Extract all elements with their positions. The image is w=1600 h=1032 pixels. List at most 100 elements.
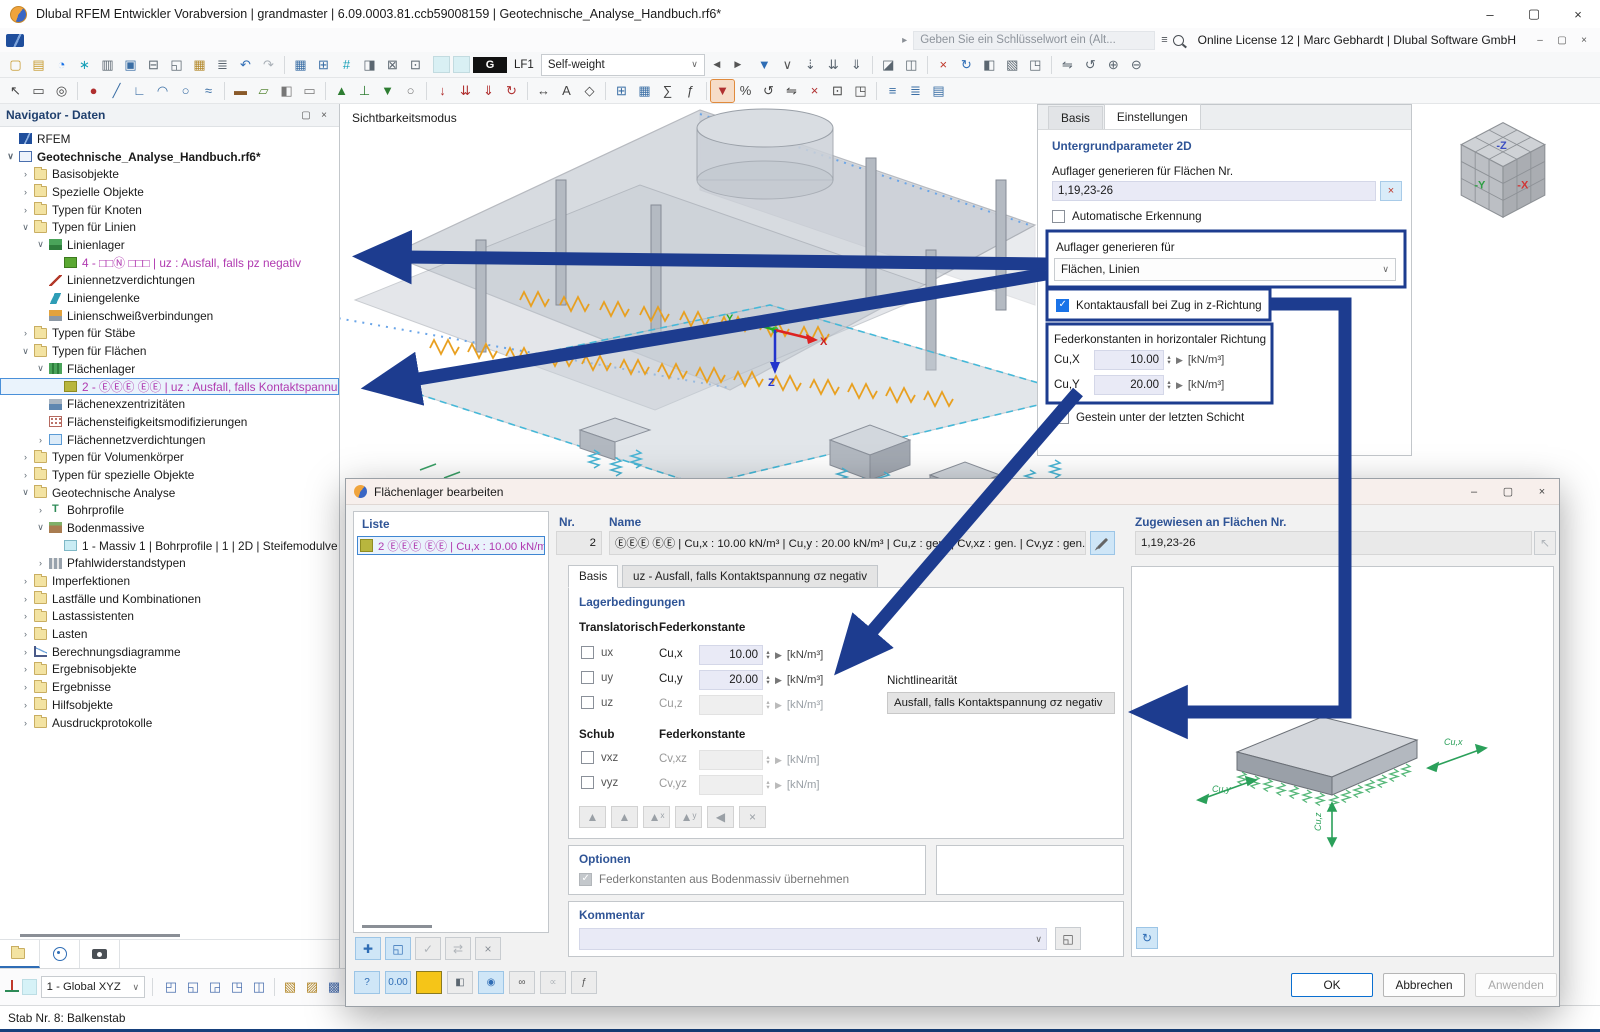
open-model-icon[interactable]: ▤ xyxy=(27,54,50,76)
navigator-tab-data[interactable] xyxy=(0,940,40,968)
pin-panel-icon[interactable]: ▢ xyxy=(297,110,315,121)
surface-tool-icon[interactable]: ▱ xyxy=(252,80,275,102)
stack-display-icon[interactable]: ≡ xyxy=(881,80,904,102)
view-cube-icon[interactable]: ◳ xyxy=(849,80,872,102)
close-button[interactable]: × xyxy=(1556,0,1600,28)
view-icon[interactable]: ◉ xyxy=(478,971,504,994)
function-icon[interactable]: ƒ xyxy=(571,971,597,994)
tree-item-lastfaelle[interactable]: › Lastfälle und Kombinationen xyxy=(0,590,339,608)
load-combo-swatch-icon[interactable] xyxy=(453,56,470,73)
zoom-in-icon[interactable]: ⊕ xyxy=(1102,54,1125,76)
workspace-restore-button[interactable]: ▢ xyxy=(1552,31,1572,49)
tree-item-typen-staebe[interactable]: › Typen für Stäbe xyxy=(0,325,339,343)
tree-expander-icon[interactable]: › xyxy=(19,594,32,604)
vyz-checkbox[interactable] xyxy=(581,776,594,789)
tree-expander-icon[interactable]: › xyxy=(19,187,32,197)
edit-table-icon[interactable]: ◪ xyxy=(877,54,900,76)
blocks-icon[interactable]: ◧ xyxy=(978,54,1001,76)
rotate-icon[interactable]: ↺ xyxy=(1079,54,1102,76)
zoom-window-icon[interactable]: ◎ xyxy=(50,80,73,102)
link-icon[interactable]: ∞ xyxy=(509,971,535,994)
next-load-case-button[interactable]: ▶ xyxy=(729,55,747,75)
tree-expander-icon[interactable]: › xyxy=(34,505,47,515)
mesh-settings-icon[interactable]: ▦ xyxy=(633,80,656,102)
color-swatch-icon[interactable] xyxy=(416,971,442,994)
filter-loads-icon[interactable]: ▼ xyxy=(753,54,776,76)
contact-failure-checkbox[interactable] xyxy=(1056,299,1069,312)
clip-all-icon[interactable]: ◫ xyxy=(248,977,270,997)
circle-tool-icon[interactable]: ○ xyxy=(174,80,197,102)
nodal-load-icon[interactable]: ↓ xyxy=(431,80,454,102)
clipboard-icon[interactable]: ▦ xyxy=(188,54,211,76)
support-free-y-icon[interactable]: ▲ʸ xyxy=(675,806,702,828)
dialog-tab-basis[interactable]: Basis xyxy=(568,565,618,588)
cs-color-swatch[interactable] xyxy=(22,979,36,995)
redo-icon[interactable]: ↷ xyxy=(257,54,280,76)
regenerate-icon[interactable]: ↻ xyxy=(955,54,978,76)
tree-item-typen-flaechen[interactable]: ∨ Typen für Flächen xyxy=(0,342,339,360)
tree-expander-icon[interactable]: ∨ xyxy=(34,363,47,374)
uz-checkbox[interactable] xyxy=(581,696,594,709)
tree-item-flaechensteifigkeitsmodifizierungen[interactable]: Flächensteifigkeitsmodifizierungen xyxy=(0,413,339,431)
list-icon[interactable]: ≣ xyxy=(211,54,234,76)
tree-item-linienschweissverbindungen[interactable]: Linienschweißverbindungen xyxy=(0,307,339,325)
tree-item-berechnungsdiagramme[interactable]: › Berechnungsdiagramme xyxy=(0,643,339,661)
pick-surfaces-button[interactable]: ↖ xyxy=(1534,531,1556,555)
cuy-stepper[interactable]: ▴▾ xyxy=(1164,380,1174,390)
work-plane-icon[interactable]: ▧ xyxy=(279,977,301,997)
line-load-icon[interactable]: ⇊ xyxy=(454,80,477,102)
cux-spring-input[interactable]: 10.00 xyxy=(699,645,763,665)
cuy-input[interactable]: 20.00 xyxy=(1094,375,1164,395)
tree-item-typen-linien[interactable]: ∨ Typen für Linien xyxy=(0,218,339,236)
tree-item-flaechenlager[interactable]: ∨ Flächenlager xyxy=(0,360,339,378)
line-tool-icon[interactable]: ╱ xyxy=(105,80,128,102)
zoom-out-icon[interactable]: ⊖ xyxy=(1125,54,1148,76)
cuy-spring-stepper[interactable]: ▴▾ xyxy=(763,675,773,685)
refresh-sketch-button[interactable]: ↻ xyxy=(1136,927,1158,949)
search-collapse-icon[interactable]: ▸ xyxy=(902,35,907,46)
calculate-icon[interactable]: ∑ xyxy=(656,80,679,102)
nonlinearity-dropdown[interactable]: Ausfall, falls Kontaktspannung σz negati… xyxy=(887,692,1115,714)
percent-icon[interactable]: % xyxy=(734,80,757,102)
navigator-tab-views[interactable] xyxy=(40,940,80,968)
cux-detail-arrow-icon[interactable]: ▶ xyxy=(1176,355,1183,366)
tree-item-liniengelenke[interactable]: Liniengelenke xyxy=(0,289,339,307)
tab-einstellungen[interactable]: Einstellungen xyxy=(1104,104,1201,129)
previous-load-case-button[interactable]: ◀ xyxy=(708,55,726,75)
tree-expander-icon[interactable]: › xyxy=(19,647,32,657)
clip-box-icon[interactable]: ◰ xyxy=(160,977,182,997)
display-loads-icon[interactable]: ⇓ xyxy=(845,54,868,76)
layers-icon[interactable]: ▧ xyxy=(1001,54,1024,76)
work-grid-icon[interactable]: ▨ xyxy=(301,977,323,997)
print-icon[interactable]: ⊟ xyxy=(142,54,165,76)
stack-list-icon[interactable]: ≣ xyxy=(904,80,927,102)
clip-top-icon[interactable]: ◱ xyxy=(182,977,204,997)
list-new-icon[interactable]: ✚ xyxy=(355,937,381,960)
tree-expander-icon[interactable]: › xyxy=(19,205,32,215)
tree-item-flaechenexzentrizitaeten[interactable]: Flächenexzentrizitäten xyxy=(0,395,339,413)
coordinate-axes-icon[interactable] xyxy=(4,980,18,994)
tree-item-rfem[interactable]: RFEM xyxy=(0,130,339,148)
support-free-x-icon[interactable]: ▲ˣ xyxy=(643,806,670,828)
views-icon[interactable]: ◳ xyxy=(1024,54,1047,76)
tree-item-lasten[interactable]: › Lasten xyxy=(0,625,339,643)
work-layer-icon[interactable]: ▩ xyxy=(323,977,345,997)
delete-tool-icon[interactable]: × xyxy=(803,80,826,102)
workspace-minimize-button[interactable]: – xyxy=(1530,31,1550,49)
tree-expander-icon[interactable]: ∨ xyxy=(19,487,32,498)
apply-button[interactable]: Anwenden xyxy=(1475,973,1557,997)
surface-support-icon[interactable]: ▼ xyxy=(376,80,399,102)
opening-tool-icon[interactable]: ▭ xyxy=(298,80,321,102)
tree-expander-icon[interactable]: ∨ xyxy=(19,222,32,233)
grid-icon[interactable]: ⊞ xyxy=(312,54,335,76)
close-panel-icon[interactable]: × xyxy=(315,110,333,121)
navigator-tab-animation[interactable] xyxy=(80,940,120,968)
generate-for-combobox[interactable]: Flächen, Linien ∨ xyxy=(1054,258,1396,281)
tree-item-bodenmassiv-1[interactable]: 1 - Massiv 1 | Bohrprofile | 1 | 2D | St… xyxy=(0,537,339,555)
snap-grid-icon[interactable]: # xyxy=(335,54,358,76)
save-icon[interactable]: ▣ xyxy=(119,54,142,76)
pointer-tool-icon[interactable]: ↖ xyxy=(4,80,27,102)
workspace-close-button[interactable]: × xyxy=(1574,31,1594,49)
mirror-icon[interactable]: ⇋ xyxy=(1056,54,1079,76)
dialog-title-bar[interactable]: Flächenlager bearbeiten – ▢ × xyxy=(346,479,1559,505)
